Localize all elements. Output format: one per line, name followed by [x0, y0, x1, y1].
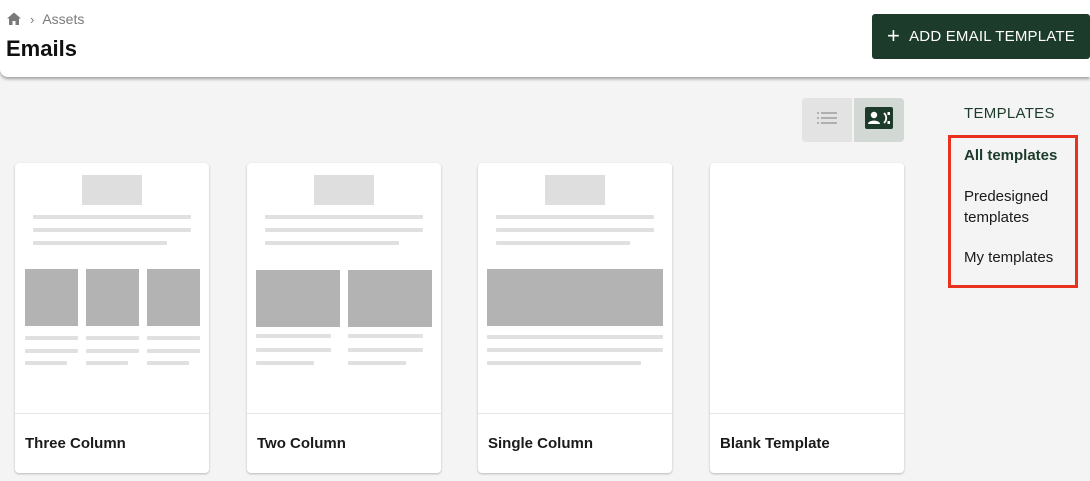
sidebar-item-predesigned-templates[interactable]: Predesigned templates — [964, 186, 1074, 228]
template-name: Two Column — [257, 435, 346, 452]
sidebar-item-all-templates[interactable]: All templates — [964, 145, 1057, 166]
home-icon[interactable] — [6, 11, 22, 27]
template-card-single-column[interactable]: Single Column — [478, 163, 672, 473]
template-preview-blank — [710, 163, 904, 413]
plus-icon: + — [887, 22, 901, 48]
list-icon — [816, 110, 838, 131]
template-preview-three-column — [15, 163, 209, 413]
list-view-button[interactable] — [802, 98, 852, 142]
contact-card-icon — [865, 106, 893, 134]
breadcrumb-separator: › — [30, 11, 35, 27]
breadcrumb: › Assets — [6, 11, 84, 27]
template-name: Three Column — [25, 435, 126, 452]
template-card-three-column[interactable]: Three Column — [15, 163, 209, 473]
template-card-blank[interactable]: Blank Template — [710, 163, 904, 473]
templates-sidebar-heading: TEMPLATES — [964, 105, 1055, 122]
sidebar-item-my-templates[interactable]: My templates — [964, 247, 1053, 268]
template-name: Single Column — [488, 435, 593, 452]
add-email-template-label: ADD EMAIL TEMPLATE — [909, 28, 1075, 45]
page-title: Emails — [6, 36, 77, 61]
template-name: Blank Template — [720, 435, 830, 452]
add-email-template-button[interactable]: + ADD EMAIL TEMPLATE — [872, 14, 1090, 59]
template-card-two-column[interactable]: Two Column — [247, 163, 441, 473]
breadcrumb-item-assets[interactable]: Assets — [42, 11, 84, 27]
view-toggle — [802, 98, 904, 142]
template-preview-single-column — [478, 163, 672, 413]
card-view-button[interactable] — [854, 98, 904, 142]
page-header: › Assets Emails + ADD EMAIL TEMPLATE — [0, 0, 1090, 77]
template-preview-two-column — [247, 163, 441, 413]
